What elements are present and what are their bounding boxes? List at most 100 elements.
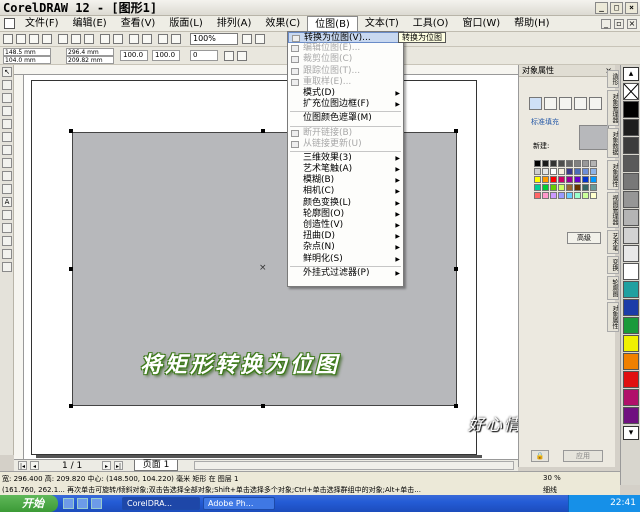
color-swatch[interactable] bbox=[590, 160, 597, 167]
doc-restore-button[interactable]: ▫ bbox=[614, 18, 624, 29]
color-swatch[interactable] bbox=[566, 160, 573, 167]
tab-page-1[interactable]: 页面 1 bbox=[134, 460, 178, 471]
basic-shapes-tool-icon[interactable] bbox=[2, 184, 12, 194]
palette-swatch[interactable] bbox=[623, 407, 639, 424]
import-icon[interactable] bbox=[129, 34, 139, 44]
color-swatch[interactable] bbox=[582, 168, 589, 175]
palette-swatch[interactable] bbox=[623, 101, 639, 118]
docker-tab[interactable]: 轮廓图 bbox=[607, 276, 619, 300]
selection-handle[interactable] bbox=[454, 404, 458, 408]
bitmap-menu-item[interactable]: 颜色变换(L) ▶ bbox=[288, 198, 403, 209]
color-swatch[interactable] bbox=[542, 176, 549, 183]
texture-fill-icon[interactable] bbox=[574, 97, 587, 110]
color-swatch[interactable] bbox=[542, 160, 549, 167]
color-swatch[interactable] bbox=[574, 168, 581, 175]
doc-close-button[interactable]: × bbox=[627, 18, 637, 29]
print-icon[interactable] bbox=[42, 34, 52, 44]
width-field[interactable]: 296.4 mm bbox=[66, 48, 114, 56]
color-swatch[interactable] bbox=[534, 160, 541, 167]
horizontal-scrollbar[interactable] bbox=[194, 461, 514, 470]
color-swatch[interactable] bbox=[582, 184, 589, 191]
menu-effects[interactable]: 效果(C) bbox=[258, 16, 307, 31]
redo-icon[interactable] bbox=[113, 34, 123, 44]
interactive-blend-tool-icon[interactable] bbox=[2, 210, 12, 220]
docker-tab[interactable]: 对象属性 bbox=[607, 160, 619, 190]
palette-swatch[interactable] bbox=[623, 371, 639, 388]
fountain-fill-icon[interactable] bbox=[544, 97, 557, 110]
menu-view[interactable]: 查看(V) bbox=[114, 16, 163, 31]
crop-tool-icon[interactable] bbox=[2, 93, 12, 103]
docker-tab[interactable]: 对象管理器 bbox=[607, 90, 619, 126]
bitmap-menu-item[interactable]: 艺术笔触(A) ▶ bbox=[288, 164, 403, 175]
palette-swatch[interactable] bbox=[623, 173, 639, 190]
color-swatch[interactable] bbox=[582, 160, 589, 167]
palette-swatch[interactable] bbox=[623, 353, 639, 370]
outline-tool-icon[interactable] bbox=[2, 236, 12, 246]
color-swatch[interactable] bbox=[582, 176, 589, 183]
bitmap-menu-item[interactable]: 创造性(V) ▶ bbox=[288, 220, 403, 231]
lock-icon[interactable]: 🔒 bbox=[531, 450, 549, 462]
task-photoshop[interactable]: Adobe Ph... bbox=[203, 497, 275, 510]
postscript-fill-icon[interactable] bbox=[589, 97, 602, 110]
color-swatch[interactable] bbox=[534, 184, 541, 191]
options-icon[interactable] bbox=[255, 34, 265, 44]
bitmap-menu-item[interactable]: 外挂式过滤器(P) ▶ bbox=[288, 268, 403, 279]
app-launcher-icon[interactable] bbox=[158, 34, 168, 44]
mirror-horizontal-icon[interactable] bbox=[224, 51, 234, 61]
last-page-icon[interactable]: ▸| bbox=[114, 461, 123, 470]
selection-handle[interactable] bbox=[69, 267, 73, 271]
pattern-fill-icon[interactable] bbox=[559, 97, 572, 110]
docker-tab[interactable]: 对象属性 bbox=[607, 302, 619, 332]
interactive-fill-tool-icon[interactable] bbox=[2, 262, 12, 272]
color-swatch[interactable] bbox=[550, 160, 557, 167]
color-swatch[interactable] bbox=[542, 168, 549, 175]
palette-swatch[interactable] bbox=[623, 281, 639, 298]
cut-icon[interactable] bbox=[58, 34, 68, 44]
bitmap-menu-item[interactable]: 鲜明化(S) ▶ bbox=[288, 254, 403, 265]
palette-swatch[interactable] bbox=[623, 335, 639, 352]
color-swatch[interactable] bbox=[590, 176, 597, 183]
zoom-tool-icon[interactable] bbox=[2, 106, 12, 116]
snap-to-icon[interactable] bbox=[242, 34, 252, 44]
color-swatch[interactable] bbox=[574, 160, 581, 167]
palette-swatch[interactable] bbox=[623, 191, 639, 208]
drawing-canvas[interactable]: × bbox=[24, 75, 518, 459]
palette-swatch[interactable] bbox=[623, 155, 639, 172]
menu-edit[interactable]: 编辑(E) bbox=[66, 16, 114, 31]
palette-swatch[interactable] bbox=[623, 299, 639, 316]
color-swatch[interactable] bbox=[574, 192, 581, 199]
color-swatch[interactable] bbox=[574, 176, 581, 183]
zoom-level-select[interactable]: 100% bbox=[190, 33, 238, 45]
color-swatch[interactable] bbox=[590, 192, 597, 199]
maximize-button[interactable]: □ bbox=[610, 2, 623, 14]
document-icon[interactable] bbox=[4, 18, 15, 29]
selection-handle[interactable] bbox=[69, 129, 73, 133]
shape-tool-icon[interactable] bbox=[2, 80, 12, 90]
open-icon[interactable] bbox=[16, 34, 26, 44]
color-swatch[interactable] bbox=[590, 168, 597, 175]
scale-width-field[interactable]: 100.0 bbox=[120, 50, 148, 61]
uniform-fill-icon[interactable] bbox=[529, 97, 542, 110]
color-swatch[interactable] bbox=[558, 168, 565, 175]
smart-fill-tool-icon[interactable] bbox=[2, 132, 12, 142]
vertical-ruler[interactable] bbox=[14, 75, 24, 459]
copy-icon[interactable] bbox=[71, 34, 81, 44]
selection-handle[interactable] bbox=[69, 404, 73, 408]
color-swatch[interactable] bbox=[534, 176, 541, 183]
color-swatch[interactable] bbox=[558, 176, 565, 183]
task-coreldraw[interactable]: CorelDRA... bbox=[122, 497, 200, 510]
minimize-button[interactable]: _ bbox=[595, 2, 608, 14]
color-swatch[interactable] bbox=[550, 168, 557, 175]
bitmap-menu-item[interactable]: 轮廓图(O) ▶ bbox=[288, 209, 403, 220]
fill-tool-icon[interactable] bbox=[2, 249, 12, 259]
bitmap-menu-item[interactable]: 相机(C) ▶ bbox=[288, 186, 403, 197]
palette-swatch[interactable] bbox=[623, 119, 639, 136]
selection-handle[interactable] bbox=[454, 267, 458, 271]
palette-swatch[interactable] bbox=[623, 209, 639, 226]
apply-button[interactable]: 应用 bbox=[563, 450, 603, 462]
color-swatch[interactable] bbox=[582, 192, 589, 199]
x-position-field[interactable]: 148.5 mm bbox=[3, 48, 51, 56]
export-icon[interactable] bbox=[142, 34, 152, 44]
bitmap-menu-item[interactable]: 模糊(B) ▶ bbox=[288, 175, 403, 186]
prev-page-icon[interactable]: ◂ bbox=[30, 461, 39, 470]
